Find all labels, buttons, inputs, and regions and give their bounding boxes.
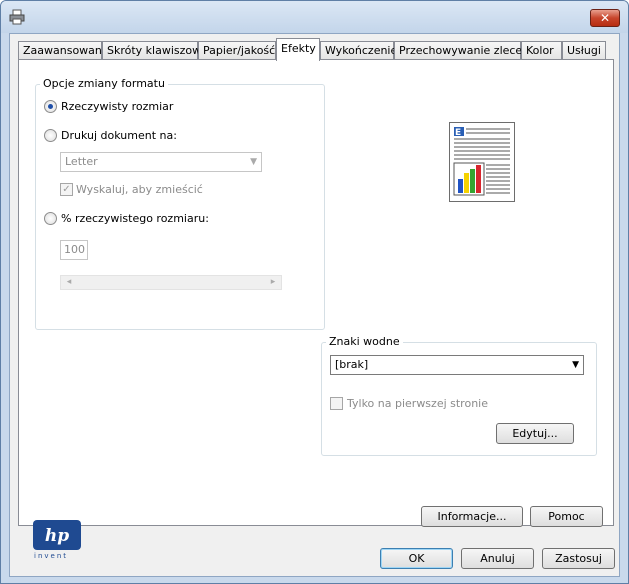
watermark-value: [brak] <box>335 358 369 371</box>
hp-logo: hp <box>33 520 81 568</box>
scale-to-fit-label: Wyskaluj, aby zmieścić <box>76 183 203 196</box>
preview-letter: E <box>455 128 461 138</box>
paper-size-value: Letter <box>65 155 98 168</box>
first-page-only-checkbox[interactable] <box>330 397 343 410</box>
scroll-left-icon[interactable]: ◂ <box>61 276 77 289</box>
printer-properties-window: ✕ Zaawansowane Skróty klawiszowe Papier/… <box>0 0 629 584</box>
tab-uslugi[interactable]: Usługi <box>562 41 606 60</box>
title-bar: ✕ <box>1 1 628 33</box>
hp-tagline: invent <box>34 552 69 560</box>
ok-button[interactable]: OK <box>380 548 453 569</box>
tab-strip: Zaawansowane Skróty klawiszowe Papier/ja… <box>18 38 618 61</box>
apply-button[interactable]: Zastosuj <box>542 548 615 569</box>
dialog-client-area: Zaawansowane Skróty klawiszowe Papier/ja… <box>9 33 620 577</box>
hp-logo-icon: hp <box>33 520 81 550</box>
chevron-down-icon: ▼ <box>250 157 257 167</box>
watermarks-group: Znaki wodne [brak] ▼ Tylko na pierwszej … <box>321 335 597 456</box>
tab-papier-jakosc[interactable]: Papier/jakość <box>198 41 276 60</box>
tab-kolor[interactable]: Kolor <box>521 41 562 60</box>
close-icon: ✕ <box>599 11 611 25</box>
watermark-select[interactable]: [brak] ▼ <box>330 355 584 375</box>
printer-icon <box>9 9 25 25</box>
actual-size-radio[interactable] <box>44 100 57 113</box>
effects-tab-panel: Opcje zmiany formatu Rzeczywisty rozmiar… <box>18 59 614 560</box>
tab-skroty-klawiszowe[interactable]: Skróty klawiszowe <box>102 41 208 60</box>
tab-efekty[interactable]: Efekty <box>276 38 320 61</box>
page-preview: E <box>449 122 515 202</box>
percent-input[interactable]: 100 <box>60 240 88 260</box>
percent-of-actual-size-radio[interactable] <box>44 212 57 225</box>
scroll-right-icon[interactable]: ▸ <box>265 276 281 289</box>
scale-to-fit-checkbox[interactable]: ✓ <box>60 183 73 196</box>
resize-options-legend: Opcje zmiany formatu <box>40 77 168 90</box>
resize-options-group: Opcje zmiany formatu Rzeczywisty rozmiar… <box>35 77 325 330</box>
percent-of-actual-size-label: % rzeczywistego rozmiaru: <box>61 212 209 225</box>
print-document-on-label: Drukuj dokument na: <box>61 129 177 142</box>
chevron-down-icon: ▼ <box>572 360 579 370</box>
paper-size-select[interactable]: Letter ▼ <box>60 152 262 172</box>
close-button[interactable]: ✕ <box>590 9 620 27</box>
edit-watermark-button[interactable]: Edytuj... <box>496 423 574 444</box>
tab-przechowywanie-zlecen[interactable]: Przechowywanie zleceń <box>394 41 529 60</box>
print-document-on-radio[interactable] <box>44 129 57 142</box>
cancel-button[interactable]: Anuluj <box>461 548 534 569</box>
first-page-only-label: Tylko na pierwszej stronie <box>347 397 488 410</box>
tab-zaawansowane[interactable]: Zaawansowane <box>18 41 109 60</box>
percent-scrollbar[interactable]: ◂ ▸ <box>60 275 282 290</box>
information-button[interactable]: Informacje... <box>421 506 523 527</box>
help-button[interactable]: Pomoc <box>530 506 603 527</box>
tab-wykonczenie[interactable]: Wykończenie <box>320 41 397 60</box>
actual-size-label: Rzeczywisty rozmiar <box>61 100 174 113</box>
hp-logo-text: hp <box>45 526 69 546</box>
watermarks-legend: Znaki wodne <box>326 335 403 348</box>
document-preview-icon: E <box>453 127 510 196</box>
